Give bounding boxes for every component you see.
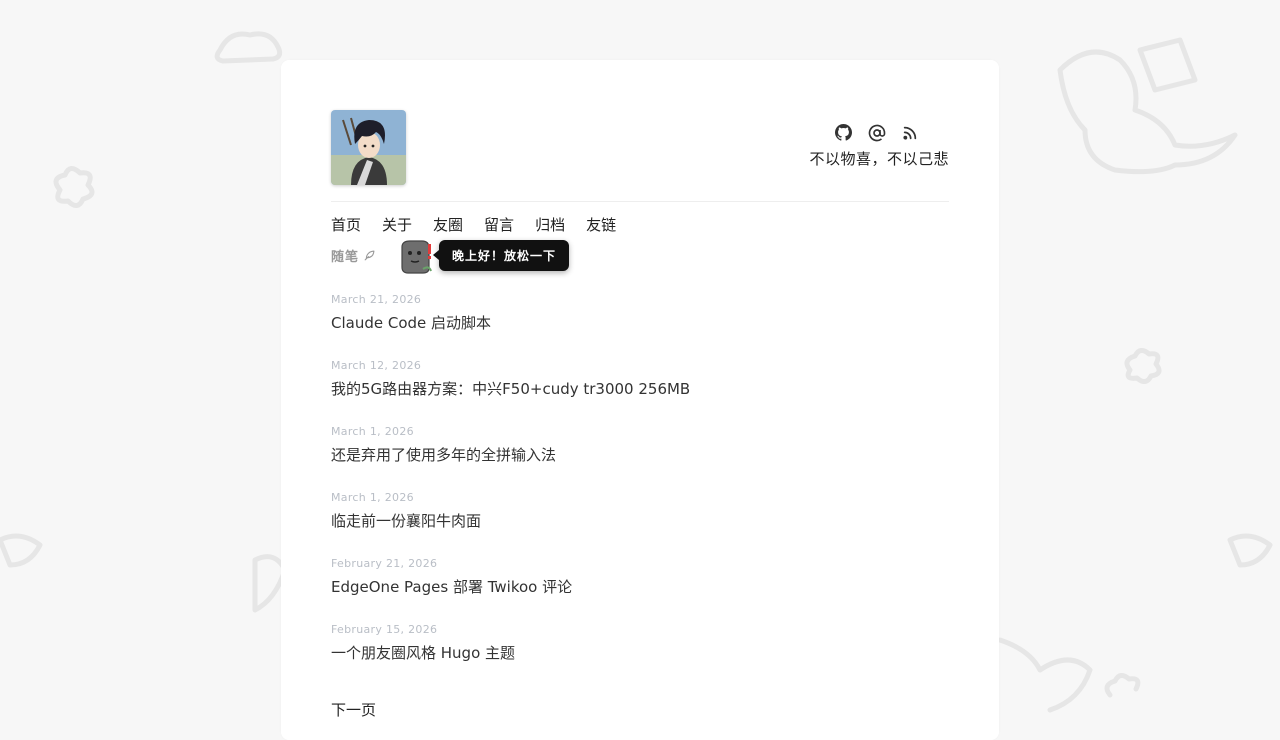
nav-item-links[interactable]: 友链 <box>586 214 616 235</box>
main-nav: 首页 关于 友圈 留言 归档 友链 <box>331 214 616 235</box>
post-title-link[interactable]: Claude Code 启动脚本 <box>331 312 949 333</box>
post-date: March 1, 2026 <box>331 425 414 438</box>
list-item: February 15, 2026 一个朋友圈风格 Hugo 主题 <box>331 623 949 689</box>
feather-icon <box>363 249 376 262</box>
motto: 不以物喜，不以己悲 <box>809 150 949 168</box>
social-icons <box>809 123 919 142</box>
post-date: March 21, 2026 <box>331 293 422 306</box>
post-list: March 21, 2026 Claude Code 启动脚本 March 12… <box>331 293 949 689</box>
list-item: March 1, 2026 还是弃用了使用多年的全拼输入法 <box>331 425 949 491</box>
header-divider <box>331 201 949 202</box>
post-title-link[interactable]: 临走前一份襄阳牛肉面 <box>331 510 949 531</box>
list-item: February 21, 2026 EdgeOne Pages 部署 Twiko… <box>331 557 949 623</box>
post-date: February 21, 2026 <box>331 557 438 570</box>
post-title-link[interactable]: EdgeOne Pages 部署 Twikoo 评论 <box>331 576 949 597</box>
avatar[interactable] <box>331 110 406 185</box>
list-item: March 1, 2026 临走前一份襄阳牛肉面 <box>331 491 949 557</box>
avatar-image <box>331 110 406 185</box>
nav-item-archive[interactable]: 归档 <box>535 214 565 235</box>
post-title-link[interactable]: 还是弃用了使用多年的全拼输入法 <box>331 444 949 465</box>
section-label: 随笔 <box>331 250 360 265</box>
mascot-icon[interactable] <box>399 239 433 275</box>
nav-item-home[interactable]: 首页 <box>331 214 361 235</box>
main-card: 不以物喜，不以己悲 首页 关于 友圈 留言 归档 友链 随笔 晚上好！放松一下 … <box>281 60 999 740</box>
post-title-link[interactable]: 我的5G路由器方案：中兴F50+cudy tr3000 256MB <box>331 378 949 399</box>
rss-icon[interactable] <box>900 123 919 142</box>
next-page-link[interactable]: 下一页 <box>331 699 376 720</box>
post-date: March 12, 2026 <box>331 359 422 372</box>
at-icon[interactable] <box>867 123 886 142</box>
greeting-bubble: 晚上好！放松一下 <box>432 240 570 271</box>
header-right: 不以物喜，不以己悲 <box>809 123 949 169</box>
section-header: 随笔 晚上好！放松一下 <box>331 240 570 274</box>
nav-item-about[interactable]: 关于 <box>382 214 412 235</box>
list-item: March 12, 2026 我的5G路由器方案：中兴F50+cudy tr30… <box>331 359 949 425</box>
nav-item-friend-circle[interactable]: 友圈 <box>433 214 463 235</box>
nav-item-guestbook[interactable]: 留言 <box>484 214 514 235</box>
post-date: February 15, 2026 <box>331 623 438 636</box>
github-icon[interactable] <box>834 123 853 142</box>
post-date: March 1, 2026 <box>331 491 414 504</box>
post-title-link[interactable]: 一个朋友圈风格 Hugo 主题 <box>331 642 949 663</box>
list-item: March 21, 2026 Claude Code 启动脚本 <box>331 293 949 359</box>
